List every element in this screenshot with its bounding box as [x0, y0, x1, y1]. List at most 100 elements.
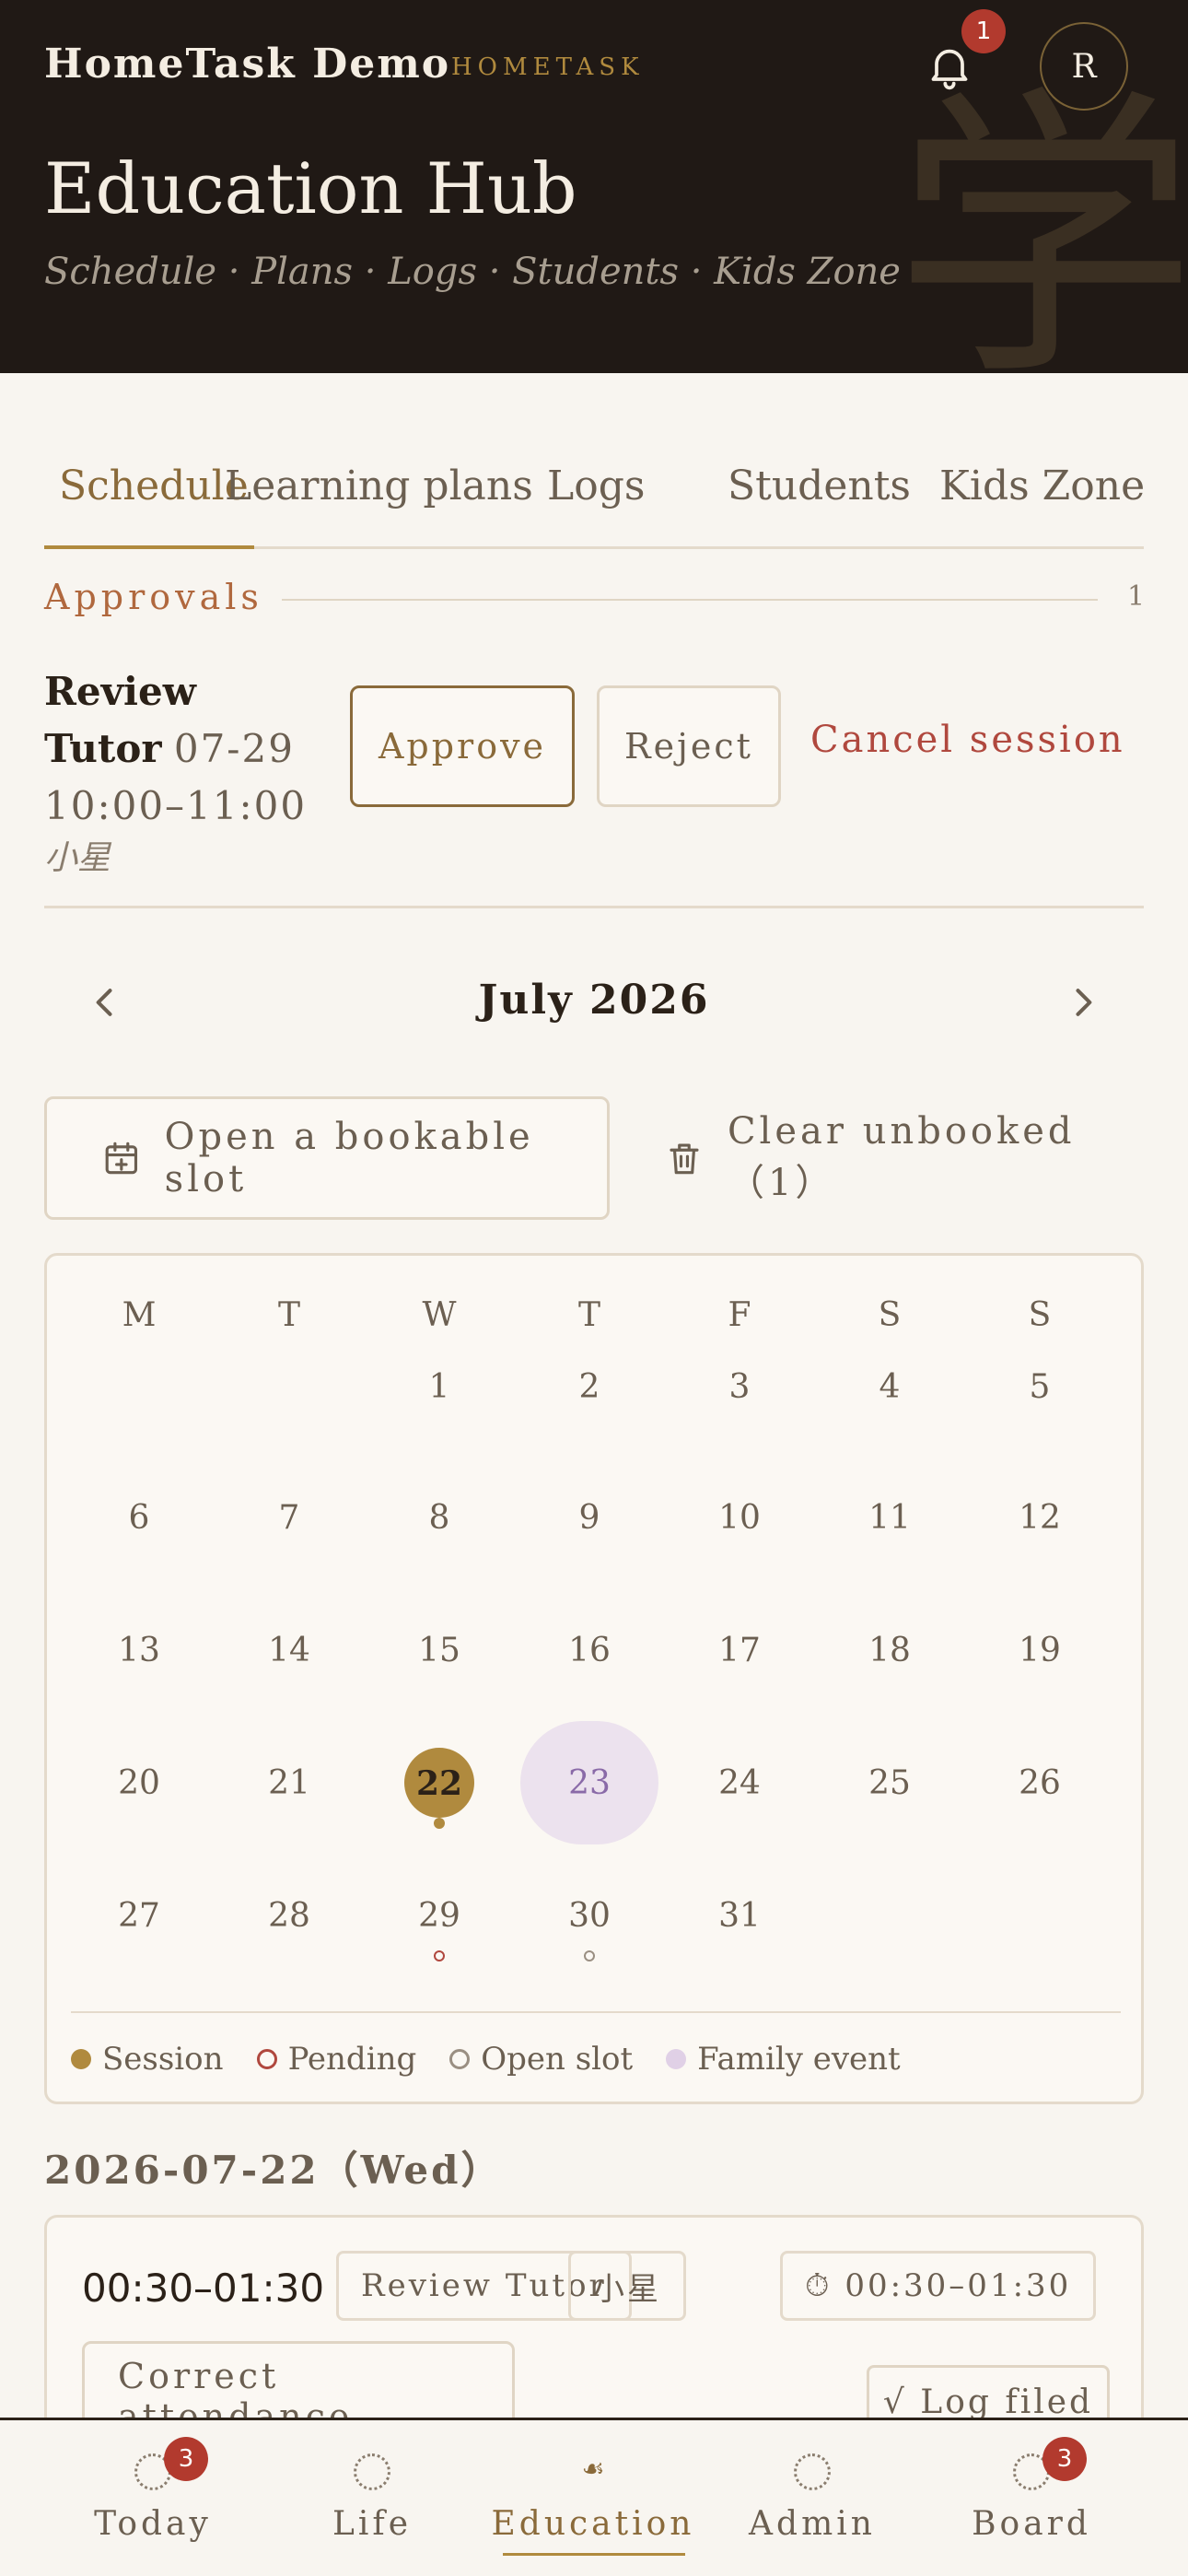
legend-label: Family event — [697, 2041, 901, 2078]
session-time-chip: ⏱ 00:30–01:30 — [780, 2251, 1097, 2321]
calendar-day[interactable]: 31 — [703, 1897, 776, 1935]
calendar-day[interactable]: 16 — [553, 1632, 626, 1669]
reject-button[interactable]: Reject — [597, 685, 781, 807]
nav-label: Today — [94, 2505, 212, 2543]
weekday-label: F — [728, 1296, 751, 1334]
session-student-chip: 小星 — [568, 2251, 686, 2321]
nav-item-admin[interactable]: Admin — [702, 2420, 923, 2576]
log-filed-badge: √ Log filed — [867, 2365, 1110, 2418]
calendar-day[interactable]: 25 — [853, 1764, 926, 1802]
calendar-day[interactable]: 1 — [402, 1368, 476, 1406]
approval-kind-line1: Review — [44, 669, 196, 714]
calendar-day[interactable]: 26 — [1003, 1764, 1077, 1802]
open-slot-label: Open a bookable slot — [164, 1116, 534, 1200]
calendar-day[interactable]: 30 — [553, 1897, 626, 1935]
open-slot-button[interactable]: Open a bookable slot — [44, 1096, 610, 1220]
nav-icon — [794, 2453, 831, 2490]
calendar-day[interactable]: 20 — [102, 1764, 176, 1802]
tab-bar: Schedule Learning plans Logs Students Ki… — [44, 442, 1145, 549]
session-time: 00:30–01:30 — [82, 2266, 325, 2311]
approvals-count: 1 — [1127, 580, 1146, 613]
nav-item-today[interactable]: Today 3 — [42, 2420, 263, 2576]
calendar-day[interactable]: 3 — [703, 1368, 776, 1406]
calendar-day[interactable]: 5 — [1003, 1368, 1077, 1406]
tab-kids-zone[interactable]: Kids Zone — [939, 463, 1145, 509]
calendar-day[interactable]: 11 — [853, 1499, 926, 1537]
calendar-day[interactable]: 14 — [252, 1632, 326, 1669]
chevron-right-icon[interactable] — [1063, 982, 1103, 1023]
legend-swatch — [71, 2049, 91, 2069]
calendar-day[interactable]: 12 — [1003, 1499, 1077, 1537]
nav-item-education[interactable]: ☙ Education — [483, 2420, 704, 2576]
calendar-day[interactable]: 29 — [402, 1897, 476, 1935]
legend-swatch — [666, 2049, 687, 2069]
legend-label: Pending — [287, 2041, 417, 2078]
tab-schedule[interactable]: Schedule — [59, 463, 249, 509]
approval-time: 10:00–11:00 — [44, 783, 308, 828]
calendar-day[interactable]: 2 — [553, 1368, 626, 1406]
clear-unbooked-label: Clear unbooked（1） — [727, 1110, 1076, 1204]
nav-badge: 3 — [1042, 2437, 1087, 2481]
bell-icon[interactable] — [924, 41, 975, 92]
tab-logs[interactable]: Logs — [547, 463, 645, 509]
correct-attendance-button[interactable]: Correct attendance — [82, 2341, 515, 2418]
calendar-day[interactable]: 22 — [402, 1764, 476, 1803]
clear-unbooked-button[interactable]: Clear unbooked（1） — [665, 1096, 1162, 1220]
weekday-label: T — [577, 1296, 600, 1334]
weekday-label: S — [878, 1296, 902, 1334]
selected-day-heading: 2026-07-22（Wed） — [44, 2148, 503, 2193]
calendar-day[interactable]: 18 — [853, 1632, 926, 1669]
calendar-day[interactable]: 28 — [252, 1897, 326, 1935]
legend-item: Open slot — [449, 2041, 633, 2078]
calendar-day[interactable]: 6 — [102, 1499, 176, 1537]
calendar-day[interactable]: 17 — [703, 1632, 776, 1669]
legend-swatch — [256, 2049, 277, 2069]
nav-item-board[interactable]: Board 3 — [921, 2420, 1142, 2576]
calendar-day[interactable]: 23 — [553, 1764, 626, 1802]
calendar-day[interactable]: 15 — [402, 1632, 476, 1669]
brand-subtitle: HOMETASK — [451, 53, 645, 81]
approval-kind-line2: Tutor — [44, 726, 162, 771]
bottom-nav: Today 3 Life ☙ Education Admin Board 3 — [0, 2418, 1188, 2576]
cancel-session-button[interactable]: Cancel session — [810, 719, 1125, 761]
calendar-day[interactable]: 21 — [252, 1764, 326, 1802]
brand-name: HomeTask Demo — [44, 41, 451, 88]
nav-item-life[interactable]: Life — [262, 2420, 483, 2576]
tab-students[interactable]: Students — [728, 463, 911, 509]
active-tab-indicator — [44, 545, 254, 549]
calendar-day[interactable]: 7 — [252, 1499, 326, 1537]
pending-dot — [434, 1950, 445, 1961]
calendar-day[interactable]: 24 — [703, 1764, 776, 1802]
nav-label: Admin — [749, 2505, 876, 2543]
calendar-day[interactable]: 8 — [402, 1499, 476, 1537]
calendar-day[interactable]: 13 — [102, 1632, 176, 1669]
avatar[interactable]: R — [1040, 22, 1128, 111]
legend-item: Family event — [666, 2041, 901, 2078]
calendar-day[interactable]: 9 — [553, 1499, 626, 1537]
open-slot-dot — [584, 1950, 595, 1961]
month-title: July 2026 — [478, 977, 710, 1024]
calendar-day[interactable]: 10 — [703, 1499, 776, 1537]
tab-learning-plans[interactable]: Learning plans — [225, 463, 533, 509]
approve-button[interactable]: Approve — [350, 685, 575, 807]
legend-item: Pending — [256, 2041, 417, 2078]
calendar-legend: Session Pending Open slot Family event — [71, 2041, 901, 2078]
weekday-label: T — [277, 1296, 300, 1334]
calendar-plus-icon — [105, 1142, 138, 1175]
weekday-label: S — [1028, 1296, 1052, 1334]
weekday-label: M — [122, 1296, 157, 1334]
nav-label: Life — [332, 2505, 413, 2543]
calendar-day[interactable]: 19 — [1003, 1632, 1077, 1669]
approval-date: 07-29 — [173, 726, 295, 771]
divider — [282, 599, 1098, 601]
legend-item: Session — [71, 2041, 224, 2078]
page-title: Education Hub — [44, 147, 577, 229]
weekday-label: W — [422, 1296, 457, 1334]
calendar-day[interactable]: 27 — [102, 1897, 176, 1935]
calendar-day[interactable]: 4 — [853, 1368, 926, 1406]
app-header: 学 HomeTask Demo HOMETASK 1 R Education H… — [0, 0, 1188, 373]
header-watermark: 学 — [893, 63, 1188, 373]
page-subtitle: Schedule · Plans · Logs · Students · Kid… — [44, 251, 901, 293]
nav-label: Board — [972, 2505, 1091, 2543]
notification-badge: 1 — [961, 9, 1006, 53]
